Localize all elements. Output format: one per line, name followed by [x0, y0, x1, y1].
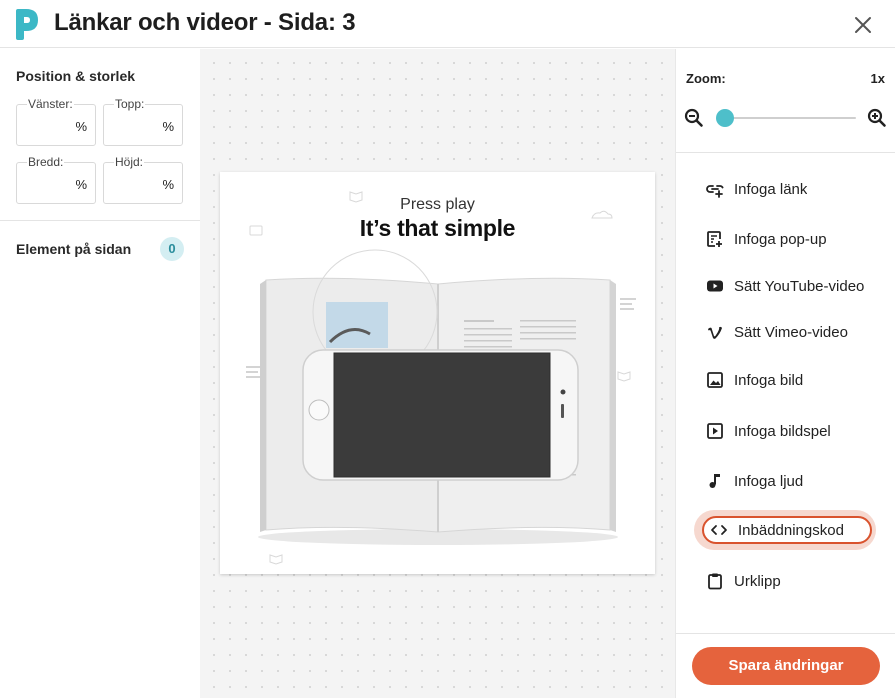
insert-audio-label: Infoga ljud: [734, 472, 804, 490]
set-youtube-video-button[interactable]: Sätt YouTube-video: [706, 271, 876, 301]
flipbook-logo-icon: [16, 9, 38, 40]
insert-slideshow-button[interactable]: Infoga bildspel: [706, 416, 876, 446]
properties-panel: Position & storlek Vänster: % Topp: % Br…: [0, 49, 200, 698]
embed-code-button[interactable]: Inbäddningskod: [694, 510, 876, 550]
footer-divider: [676, 633, 895, 634]
page-heading-small: Press play: [400, 196, 475, 213]
left-divider: [0, 220, 200, 221]
slideshow-icon: [706, 422, 724, 440]
insert-image-button[interactable]: Infoga bild: [706, 365, 876, 395]
width-field-unit: %: [75, 177, 87, 192]
zoom-in-icon[interactable]: [867, 108, 887, 128]
insert-audio-button[interactable]: Infoga ljud: [706, 466, 876, 496]
zoom-slider-track[interactable]: [724, 117, 856, 119]
close-icon[interactable]: [850, 12, 876, 38]
embed-code-label: Inbäddningskod: [738, 521, 844, 539]
image-icon: [706, 371, 724, 389]
music-note-icon: [706, 472, 724, 490]
left-field[interactable]: Vänster: %: [16, 98, 96, 146]
insert-link-button[interactable]: Infoga länk: [706, 174, 876, 204]
zoom-value: 1x: [870, 71, 885, 86]
left-field-label: Vänster:: [27, 97, 74, 111]
modal-title: Länkar och videor - Sida: 3: [54, 9, 356, 36]
elements-on-page-title: Element på sidan: [16, 241, 132, 257]
link-add-icon: [706, 180, 724, 198]
editor-canvas[interactable]: Press play It’s that simple: [200, 49, 675, 698]
height-field[interactable]: Höjd: %: [103, 156, 183, 204]
vimeo-icon: [706, 323, 724, 341]
save-changes-button[interactable]: Spara ändringar: [692, 647, 880, 685]
left-field-unit: %: [75, 119, 87, 134]
width-field-label: Bredd:: [27, 155, 65, 169]
insert-image-label: Infoga bild: [734, 371, 804, 389]
zoom-label: Zoom:: [686, 71, 726, 86]
clipboard-button[interactable]: Urklipp: [706, 566, 876, 596]
top-field[interactable]: Topp: %: [103, 98, 183, 146]
elements-count-badge: 0: [160, 237, 184, 261]
height-field-unit: %: [162, 177, 174, 192]
right-divider: [676, 152, 895, 153]
page-preview[interactable]: Press play It’s that simple: [220, 172, 655, 574]
tools-panel: Zoom: 1x Infoga länk Infoga pop-up Sätt …: [675, 49, 895, 698]
insert-popup-label: Infoga pop-up: [734, 230, 827, 248]
width-field[interactable]: Bredd: %: [16, 156, 96, 204]
clipboard-label: Urklipp: [734, 572, 781, 590]
set-vimeo-video-button[interactable]: Sätt Vimeo-video: [706, 317, 876, 347]
set-youtube-video-label: Sätt YouTube-video: [734, 277, 865, 295]
zoom-out-icon[interactable]: [684, 108, 704, 128]
insert-slideshow-label: Infoga bildspel: [734, 422, 831, 440]
embed-code-button-inner[interactable]: Inbäddningskod: [702, 516, 872, 544]
top-field-label: Topp:: [114, 97, 146, 111]
position-size-title: Position & storlek: [16, 68, 136, 84]
set-vimeo-video-label: Sätt Vimeo-video: [734, 323, 848, 341]
clipboard-icon: [706, 572, 724, 590]
youtube-icon: [706, 277, 724, 295]
insert-popup-button[interactable]: Infoga pop-up: [706, 224, 876, 254]
code-icon: [710, 521, 728, 539]
insert-link-label: Infoga länk: [734, 180, 808, 198]
zoom-slider-thumb[interactable]: [716, 109, 734, 127]
top-field-unit: %: [162, 119, 174, 134]
height-field-label: Höjd:: [114, 155, 145, 169]
modal-header: Länkar och videor - Sida: 3: [0, 0, 895, 48]
popup-add-icon: [706, 230, 724, 248]
page-heading-large: It’s that simple: [359, 215, 516, 241]
